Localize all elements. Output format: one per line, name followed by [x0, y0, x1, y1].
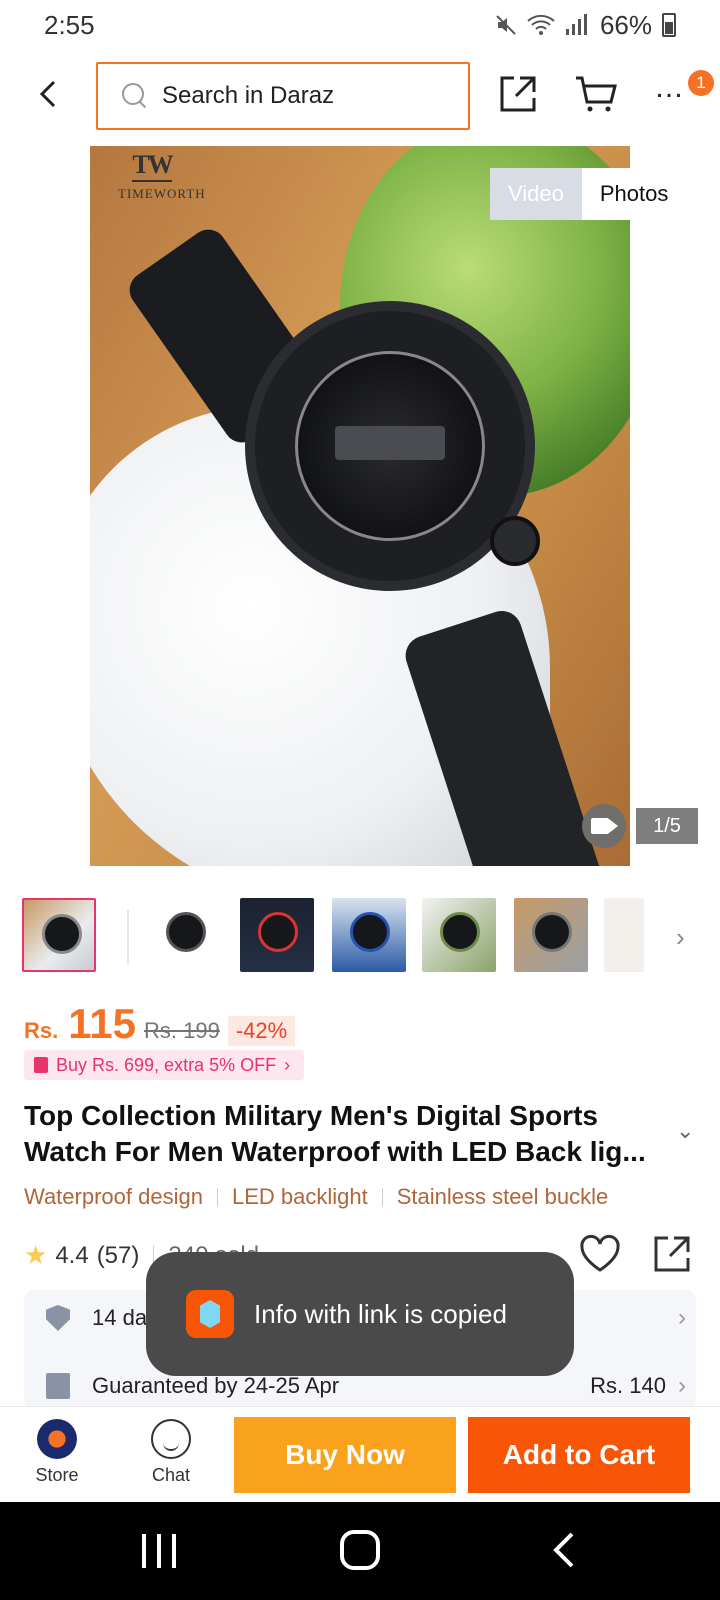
toast-message: Info with link is copied [254, 1298, 507, 1329]
thumbnail-4[interactable] [332, 898, 406, 972]
feature-separator [381, 1188, 383, 1206]
notification-badge: 1 [688, 70, 714, 96]
recents-icon[interactable] [142, 1534, 176, 1568]
add-to-cart-button[interactable]: Add to Cart [468, 1417, 690, 1493]
search-icon [122, 83, 148, 109]
currency: Rs. [24, 1018, 59, 1043]
wifi-icon [527, 14, 555, 35]
chat-label: Chat [151, 1465, 191, 1485]
voucher-icon [34, 1057, 48, 1073]
status-time: 2:55 [44, 9, 95, 40]
expand-title-icon[interactable]: ⌄ [676, 1118, 694, 1144]
toast-notification: Info with link is copied [146, 1252, 574, 1376]
wishlist-button[interactable] [578, 1232, 622, 1276]
delivery-fee: Rs. 140 [590, 1373, 666, 1398]
thumbnail-1[interactable] [22, 898, 96, 972]
rating-count: (57) [96, 1241, 140, 1269]
search-input[interactable]: Search in Daraz [96, 62, 470, 130]
delivery-label: Guaranteed by 24-25 Apr [92, 1373, 340, 1398]
system-nav-bar [0, 1502, 720, 1600]
feature-highlights: Waterproof design LED backlight Stainles… [24, 1184, 608, 1210]
cart-button[interactable] [574, 74, 618, 114]
thumbnail-5[interactable] [422, 898, 496, 972]
thumbnail-3[interactable] [240, 898, 314, 972]
discount-badge: -42% [227, 1016, 296, 1046]
shield-icon [46, 1305, 70, 1331]
thumbnail-divider [127, 910, 129, 964]
signal-icon [565, 14, 587, 35]
status-icons [494, 13, 590, 37]
home-icon[interactable] [340, 1530, 380, 1570]
store-button[interactable]: Store [12, 1419, 102, 1486]
share-product-button[interactable] [652, 1234, 692, 1274]
watch-knob [490, 516, 540, 566]
thumbnail-7[interactable] [604, 898, 644, 972]
back-button[interactable] [30, 76, 66, 112]
feature-separator [216, 1188, 218, 1206]
chevron-right-icon: › [678, 1372, 686, 1399]
promo-label: Buy Rs. 699, extra 5% OFF [56, 1055, 277, 1075]
tab-photos[interactable]: Photos [581, 168, 687, 220]
brand-name: TIMEWORTH [118, 186, 206, 201]
brand-logo: TW TIMEWORTH [118, 150, 206, 206]
product-title: Top Collection Military Men's Digital Sp… [24, 1100, 646, 1167]
buy-now-button[interactable]: Buy Now [234, 1417, 456, 1493]
image-counter: 1/5 [636, 808, 698, 844]
video-play-icon[interactable] [582, 804, 626, 848]
chat-button[interactable]: Chat [126, 1419, 216, 1486]
store-label: Store [35, 1465, 79, 1485]
delivery-icon [46, 1373, 70, 1399]
watch-lcd [335, 426, 445, 460]
feature-1: Waterproof design [24, 1184, 203, 1209]
current-price: 115 [68, 1000, 137, 1047]
battery-percent: 66% [599, 9, 652, 40]
rating-value: 4.4 [55, 1241, 89, 1269]
price-row: Rs. 115 Rs. 199 -42% [24, 1000, 296, 1048]
chat-icon [151, 1419, 191, 1459]
chevron-right-icon: › [678, 1304, 686, 1331]
star-icon: ★ [24, 1240, 48, 1270]
more-options-button[interactable]: … [654, 73, 690, 108]
status-bar: 2:55 66% [0, 0, 720, 50]
thumbnail-2[interactable] [148, 898, 222, 972]
chevron-right-icon[interactable]: › [676, 922, 685, 953]
system-back-icon[interactable] [550, 1530, 576, 1570]
media-toggle: Video Photos [490, 168, 687, 220]
mute-icon [496, 15, 516, 35]
share-icon [654, 1236, 690, 1272]
top-nav: Search in Daraz … 1 [0, 60, 720, 130]
feature-3: Stainless steel buckle [396, 1184, 609, 1209]
status-right: 66% [494, 10, 676, 41]
daraz-app-icon [186, 1290, 234, 1338]
thumbnail-6[interactable] [514, 898, 588, 972]
search-placeholder: Search in Daraz [162, 82, 335, 109]
share-button[interactable] [498, 74, 538, 114]
product-image[interactable] [90, 146, 630, 866]
brand-mark: TW [132, 150, 174, 182]
cart-icon [576, 76, 617, 112]
original-price: Rs. 199 [144, 1018, 220, 1043]
promo-chevron-icon: › [284, 1055, 291, 1075]
share-icon [500, 76, 536, 112]
chevron-left-icon [39, 80, 56, 108]
feature-2: LED backlight [231, 1184, 368, 1209]
tab-video[interactable]: Video [490, 168, 582, 220]
battery-icon [662, 13, 676, 37]
store-icon [37, 1419, 77, 1459]
heart-icon [580, 1234, 620, 1272]
promo-voucher[interactable]: Buy Rs. 699, extra 5% OFF › [24, 1050, 305, 1080]
bottom-action-bar: Store Chat Buy Now Add to Cart [0, 1406, 720, 1502]
